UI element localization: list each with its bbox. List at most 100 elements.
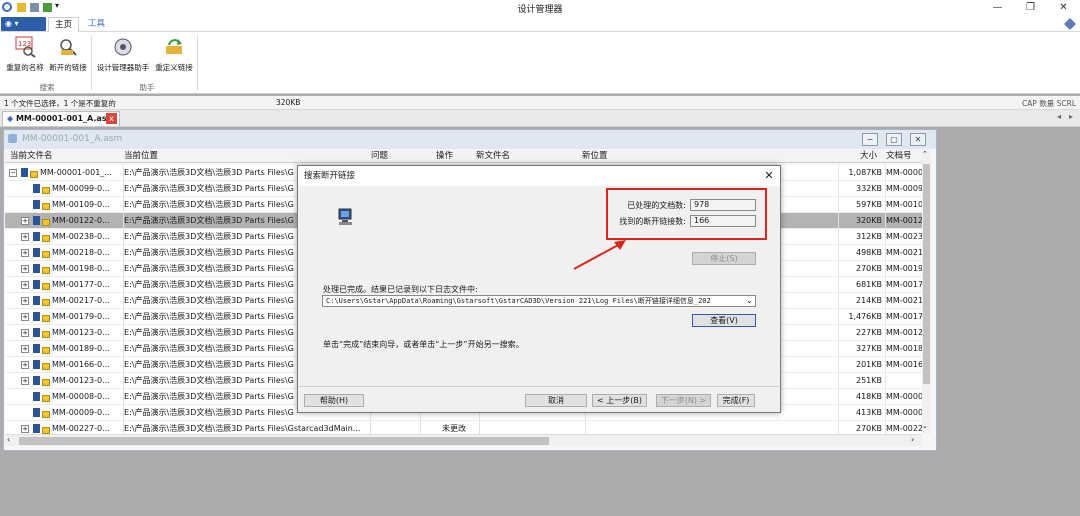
expand-toggle-icon[interactable]: + — [21, 345, 29, 353]
column-header-issue[interactable]: 问题 — [371, 150, 388, 163]
duplicate-names-button[interactable]: 123 重复的名称 — [4, 34, 46, 76]
tab-scroll-right-icon[interactable]: ▸ — [1069, 112, 1073, 121]
cell-file-name: MM-00166-0... — [52, 360, 110, 369]
column-header-current-name[interactable]: 当前文件名 — [10, 150, 53, 163]
dialog-close-button[interactable]: ✕ — [762, 169, 776, 183]
cell-size: 418KB — [855, 392, 882, 401]
cell-doc-number: MM-0000 — [886, 168, 922, 177]
column-divider — [838, 373, 839, 388]
cell-file-name: MM-00177-0... — [52, 280, 110, 289]
column-divider — [838, 213, 839, 228]
expand-toggle-icon[interactable]: + — [21, 217, 29, 225]
column-divider — [885, 341, 886, 356]
maximize-button[interactable]: ❐ — [1014, 0, 1047, 16]
expand-toggle-icon[interactable]: + — [21, 297, 29, 305]
vertical-scroll-thumb[interactable] — [923, 164, 930, 384]
selection-status: 1 个文件已选择，1 个是不重复的 — [4, 99, 116, 108]
stop-button[interactable]: 停止(S) — [692, 252, 756, 265]
file-icon — [33, 312, 40, 321]
scroll-up-icon[interactable]: ⌃ — [922, 150, 928, 158]
column-divider — [885, 229, 886, 244]
close-button[interactable]: ✕ — [1047, 0, 1080, 16]
column-header-new-name[interactable]: 新文件名 — [476, 150, 510, 163]
help-button[interactable]: 帮助(H) — [304, 394, 364, 407]
horizontal-scroll-thumb[interactable] — [19, 437, 549, 445]
redefine-links-icon — [163, 36, 185, 58]
column-divider — [123, 277, 124, 292]
assembly-icon: ◆ — [7, 114, 14, 123]
column-header-size[interactable]: 大小 — [860, 150, 877, 163]
column-divider — [885, 325, 886, 340]
size-status: 320KB — [276, 98, 301, 107]
tab-home[interactable]: 主页 — [48, 17, 80, 32]
cell-size: 201KB — [855, 360, 882, 369]
design-manager-assistant-button[interactable]: 设计管理器助手 — [95, 34, 151, 76]
view-button[interactable]: 查看(V) — [692, 314, 756, 327]
inner-close-button[interactable]: ✕ — [910, 133, 926, 146]
column-header-doc-number[interactable]: 文档号 — [886, 150, 912, 163]
next-button[interactable]: 下一步(N) > — [656, 394, 711, 407]
inner-minimize-button[interactable]: − — [862, 133, 878, 146]
cancel-button[interactable]: 取消 — [525, 394, 587, 407]
expand-toggle-icon[interactable]: − — [9, 169, 17, 177]
application-menu-button[interactable]: ◉ ▾ — [1, 17, 46, 31]
cell-doc-number: MM-0010 — [886, 200, 922, 209]
log-path-select[interactable]: C:\Users\Gstar\AppData\Roaming\Gstarsoft… — [322, 295, 756, 307]
expand-toggle-icon[interactable]: + — [21, 361, 29, 369]
column-divider — [838, 389, 839, 404]
column-header-action[interactable]: 操作 — [436, 150, 453, 163]
column-header-new-location[interactable]: 新位置 — [582, 150, 608, 163]
expand-toggle-icon[interactable]: + — [21, 377, 29, 385]
back-button[interactable]: < 上一步(B) — [592, 394, 647, 407]
lock-icon — [42, 411, 50, 418]
cell-doc-number — [886, 373, 922, 388]
scroll-left-icon[interactable]: ‹ — [7, 435, 10, 444]
tab-tools[interactable]: 工具 — [82, 17, 111, 32]
expand-toggle-icon[interactable]: + — [21, 233, 29, 241]
cell-file-name: MM-00179-0... — [52, 312, 110, 321]
lock-icon — [42, 379, 50, 386]
expand-toggle-icon[interactable]: + — [21, 249, 29, 257]
expand-toggle-icon[interactable]: + — [21, 265, 29, 273]
tab-scroll-left-icon[interactable]: ◂ — [1057, 112, 1061, 121]
document-tab-close-button[interactable]: x — [106, 113, 117, 124]
column-divider — [123, 357, 124, 372]
column-divider — [838, 229, 839, 244]
cell-file-name: MM-00123-0... — [52, 328, 110, 337]
column-header-current-location[interactable]: 当前位置 — [124, 150, 158, 163]
finish-button[interactable]: 完成(F) — [717, 394, 755, 407]
broken-links-button[interactable]: 断开的链接 — [46, 34, 90, 76]
document-tab[interactable]: ◆ MM-00001-001_A.asm — [2, 111, 120, 126]
ribbon-separator — [197, 36, 198, 90]
chevron-down-icon[interactable]: ⌄ — [746, 296, 753, 305]
file-icon — [33, 248, 40, 257]
completion-message: 处理已完成。结果已记录到以下日志文件中: — [323, 285, 478, 294]
status-bar — [0, 96, 1080, 110]
inner-restore-button[interactable]: ▢ — [886, 133, 902, 146]
computer-search-icon — [338, 208, 354, 226]
file-icon — [33, 360, 40, 369]
broken-links-label: 断开的链接 — [49, 63, 87, 72]
expand-toggle-icon[interactable]: + — [21, 329, 29, 337]
file-icon — [33, 280, 40, 289]
minimize-button[interactable]: — — [981, 0, 1014, 16]
scroll-right-icon[interactable]: › — [911, 435, 914, 444]
expand-toggle-icon[interactable]: + — [21, 313, 29, 321]
redefine-links-button[interactable]: 重定义链接 — [152, 34, 196, 76]
lock-icon — [42, 251, 50, 258]
cell-doc-number: MM-0017 — [886, 280, 922, 289]
file-icon — [33, 184, 40, 193]
column-divider — [123, 325, 124, 340]
redefine-links-label: 重定义链接 — [155, 63, 193, 72]
cell-file-name: MM-00218-0... — [52, 248, 110, 257]
file-icon — [33, 264, 40, 273]
expand-toggle-icon[interactable]: + — [21, 281, 29, 289]
file-icon — [33, 232, 40, 241]
cell-doc-number: MM-0000 — [886, 408, 922, 417]
lock-icon — [42, 363, 50, 370]
expand-toggle-icon[interactable]: + — [21, 425, 29, 433]
horizontal-scrollbar[interactable]: ‹ › — [5, 434, 922, 446]
vertical-scrollbar[interactable]: ⌃ ⌄ — [922, 150, 931, 434]
scroll-down-icon[interactable]: ⌄ — [922, 422, 928, 430]
cell-size: 1,476KB — [848, 312, 882, 321]
